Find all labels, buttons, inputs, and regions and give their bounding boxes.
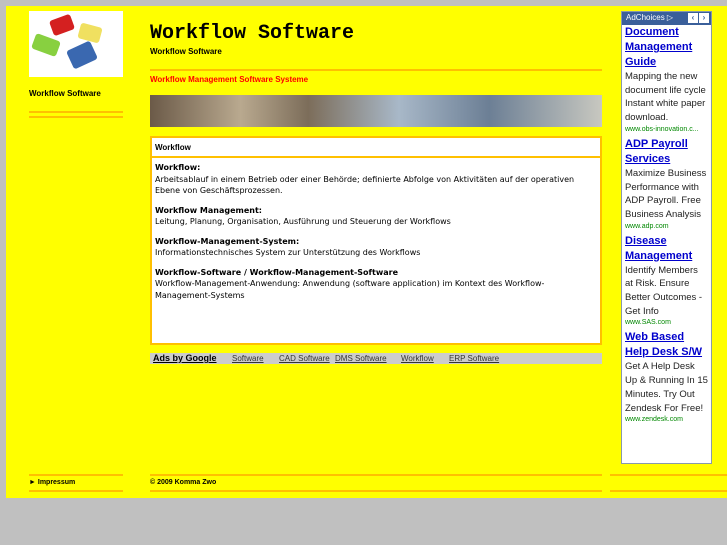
banner-image (150, 95, 602, 127)
ad-title[interactable]: Document Management Guide (625, 25, 708, 70)
ad-url[interactable]: www.adp.com (625, 222, 708, 232)
ad-link[interactable]: Software (232, 353, 264, 364)
ad-item[interactable]: ADP Payroll Services Maximize Business Pe… (622, 137, 711, 234)
prev-icon[interactable]: ‹ (688, 13, 698, 23)
ad-item[interactable]: Disease Management Identify Members at Ri… (622, 234, 711, 331)
logo-image[interactable] (29, 11, 123, 77)
google-ad-unit: AdChoices ▷ ‹ › Document Management Guide… (621, 11, 712, 464)
term: Workflow-Software / Workflow-Management-… (155, 267, 399, 277)
ad-url[interactable]: www.zendesk.com (625, 415, 708, 425)
ad-title[interactable]: Disease Management (625, 234, 708, 264)
ads-by-google-link[interactable]: Ads by Google (153, 353, 217, 364)
ad-link[interactable]: DMS Software (335, 353, 387, 364)
term: Workflow-Management-System: (155, 236, 300, 246)
ad-title[interactable]: ADP Payroll Services (625, 137, 708, 167)
tagline: Workflow Management Software Systeme (150, 75, 309, 84)
definition: Informationstechnisches System zur Unter… (155, 248, 421, 257)
term: Workflow: (155, 163, 201, 172)
ad-link[interactable]: ERP Software (449, 353, 499, 364)
definition: Workflow-Management-Anwendung: Anwendung… (155, 279, 545, 300)
page-subtitle: Workflow Software (150, 47, 222, 56)
ad-text: Mapping the new document life cycle Inst… (625, 71, 706, 124)
ads-link-bar: Ads by Google Software CAD Software DMS … (150, 353, 602, 364)
adchoices-header[interactable]: AdChoices ▷ ‹ › (622, 12, 711, 25)
ad-url[interactable]: www.obs-innovation.c... (625, 125, 708, 135)
ad-text: Get A Help Desk Up & Running In 15 Minut… (625, 361, 708, 414)
puzzle-icon (31, 14, 103, 69)
content-box: Workflow Workflow: Arbeitsablauf in einem… (150, 136, 602, 345)
definition: Leitung, Planung, Organisation, Ausführu… (155, 217, 451, 226)
ad-item[interactable]: Document Management Guide Mapping the new… (622, 25, 711, 137)
definition: Arbeitsablauf in einem Betrieb oder eine… (155, 174, 575, 196)
page: Workflow Software Workflow Software Work… (6, 6, 727, 498)
ad-title[interactable]: Web Based Help Desk S/W (625, 330, 708, 360)
copyright: © 2009 Komma Zwo (150, 479, 217, 486)
next-icon[interactable]: › (699, 13, 709, 23)
ad-text: Maximize Business Performance with ADP P… (625, 167, 707, 220)
term: Workflow Management: (155, 205, 262, 215)
ad-link[interactable]: CAD Software (279, 353, 330, 364)
ad-url[interactable]: www.SAS.com (625, 318, 708, 328)
impressum-link[interactable]: ► Impressum (29, 479, 75, 486)
ad-item[interactable]: Web Based Help Desk S/W Get A Help Desk U… (622, 330, 711, 427)
content-heading: Workflow (152, 138, 600, 158)
adchoices-label: AdChoices (626, 13, 665, 22)
left-title: Workflow Software (29, 89, 101, 98)
impressum-label: Impressum (37, 479, 76, 486)
page-title: Workflow Software (150, 22, 355, 45)
ad-link[interactable]: Workflow (401, 353, 434, 364)
ad-text: Identify Members at Risk. Ensure Better … (625, 264, 703, 317)
